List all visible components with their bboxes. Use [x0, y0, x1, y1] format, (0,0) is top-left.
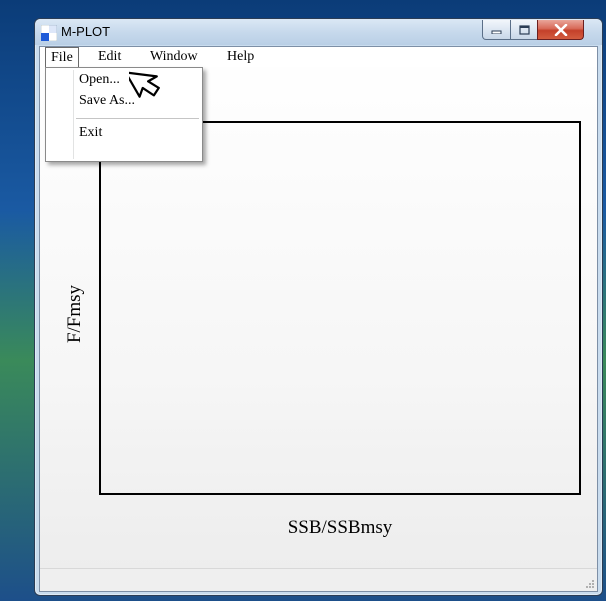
status-bar [40, 568, 597, 591]
main-window: M-PLOT File Edit Window Help Open... Sav… [34, 18, 603, 596]
menu-item-exit[interactable]: Exit [79, 123, 102, 143]
maximize-icon [518, 24, 530, 35]
close-icon [554, 23, 567, 36]
resize-grip-icon[interactable] [584, 578, 594, 588]
minimize-icon [491, 30, 502, 34]
mouse-cursor-icon [129, 71, 160, 98]
menu-help[interactable]: Help [221, 48, 260, 66]
title-bar[interactable]: M-PLOT [35, 19, 602, 45]
menu-item-open[interactable]: Open... [79, 70, 120, 90]
app-icon [41, 25, 57, 41]
menu-separator [76, 118, 199, 119]
file-menu-dropdown: Open... Save As... Exit [45, 67, 203, 162]
menu-gutter [73, 70, 74, 159]
maximize-button[interactable] [510, 20, 538, 40]
menu-edit[interactable]: Edit [92, 48, 127, 66]
x-axis-label: SSB/SSBmsy [287, 517, 393, 538]
menu-item-save-as[interactable]: Save As... [79, 91, 135, 111]
close-button[interactable] [537, 20, 584, 40]
window-title: M-PLOT [61, 24, 111, 39]
menu-bar: File Edit Window Help [40, 47, 597, 68]
minimize-button[interactable] [482, 20, 511, 40]
menu-file[interactable]: File [45, 47, 79, 68]
y-axis-label: F/Fmsy [64, 284, 85, 344]
plot-area [99, 121, 581, 495]
client-area: File Edit Window Help Open... Save As...… [39, 46, 598, 592]
